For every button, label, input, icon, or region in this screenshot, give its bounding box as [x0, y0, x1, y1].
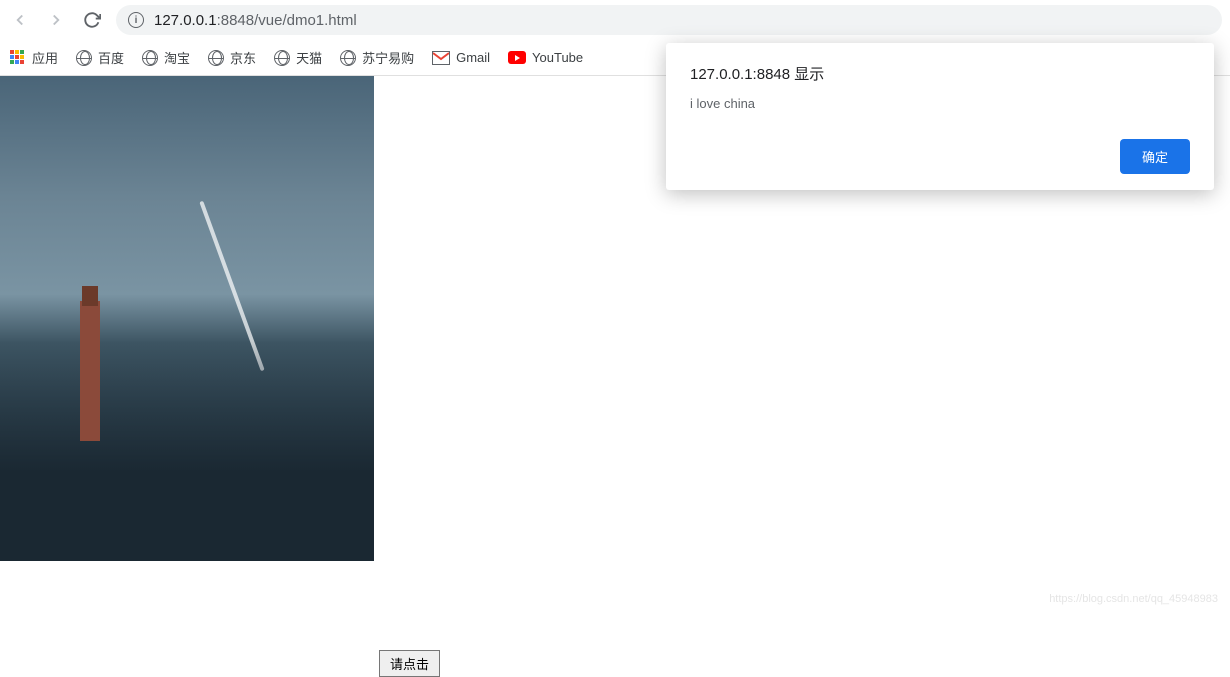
- bookmark-label: 百度: [98, 48, 124, 67]
- url-text: 127.0.0.1:8848/vue/dmo1.html: [154, 12, 357, 29]
- gmail-icon: [432, 51, 450, 65]
- click-button[interactable]: 请点击: [379, 650, 440, 677]
- globe-icon: [274, 50, 290, 66]
- alert-title: 127.0.0.1:8848 显示: [690, 63, 1190, 84]
- address-bar[interactable]: i 127.0.0.1:8848/vue/dmo1.html: [116, 5, 1222, 35]
- bookmark-apps[interactable]: 应用: [10, 48, 58, 67]
- reload-button[interactable]: [80, 8, 104, 32]
- globe-icon: [142, 50, 158, 66]
- bookmark-label: 京东: [230, 48, 256, 67]
- browser-toolbar: i 127.0.0.1:8848/vue/dmo1.html: [0, 0, 1230, 40]
- bookmark-label: 苏宁易购: [362, 48, 414, 67]
- bookmark-label: 淘宝: [164, 48, 190, 67]
- globe-icon: [208, 50, 224, 66]
- bookmark-gmail[interactable]: Gmail: [432, 50, 490, 65]
- alert-actions: 确定: [690, 139, 1190, 174]
- alert-dialog: 127.0.0.1:8848 显示 i love china 确定: [666, 43, 1214, 190]
- forward-button[interactable]: [44, 8, 68, 32]
- apps-icon: [10, 50, 26, 66]
- bookmark-baidu[interactable]: 百度: [76, 48, 124, 67]
- alert-message: i love china: [690, 96, 1190, 111]
- bookmark-suning[interactable]: 苏宁易购: [340, 48, 414, 67]
- back-button[interactable]: [8, 8, 32, 32]
- bookmark-taobao[interactable]: 淘宝: [142, 48, 190, 67]
- site-info-icon[interactable]: i: [128, 12, 144, 28]
- bookmark-tmall[interactable]: 天猫: [274, 48, 322, 67]
- bookmark-youtube[interactable]: YouTube: [508, 50, 583, 65]
- bookmark-label: 天猫: [296, 48, 322, 67]
- globe-icon: [76, 50, 92, 66]
- bookmark-label: Gmail: [456, 50, 490, 65]
- content-image: [0, 76, 374, 561]
- globe-icon: [340, 50, 356, 66]
- bookmark-label: 应用: [32, 48, 58, 67]
- watermark: https://blog.csdn.net/qq_45948983: [1049, 593, 1218, 605]
- alert-ok-button[interactable]: 确定: [1120, 139, 1190, 174]
- bookmark-jd[interactable]: 京东: [208, 48, 256, 67]
- youtube-icon: [508, 51, 526, 64]
- bookmark-label: YouTube: [532, 50, 583, 65]
